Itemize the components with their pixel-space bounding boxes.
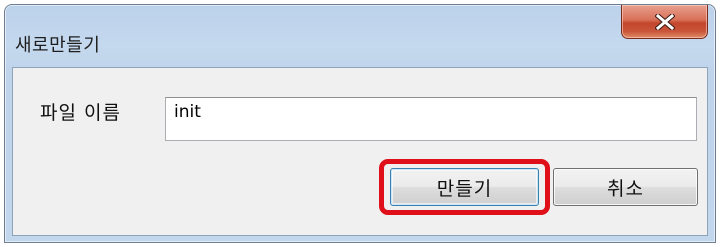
file-name-input[interactable]	[165, 97, 697, 141]
cancel-button[interactable]: 취소	[553, 168, 698, 206]
new-file-dialog: 새로만들기 파일 이름 만들기 취소	[4, 4, 716, 243]
title-bar[interactable]: 새로만들기	[5, 5, 715, 67]
close-icon	[654, 13, 675, 30]
close-button[interactable]	[621, 5, 708, 39]
dialog-body: 파일 이름 만들기 취소	[12, 67, 708, 236]
dialog-title: 새로만들기	[15, 35, 101, 56]
create-button[interactable]: 만들기	[390, 168, 539, 206]
file-name-label: 파일 이름	[40, 102, 121, 124]
